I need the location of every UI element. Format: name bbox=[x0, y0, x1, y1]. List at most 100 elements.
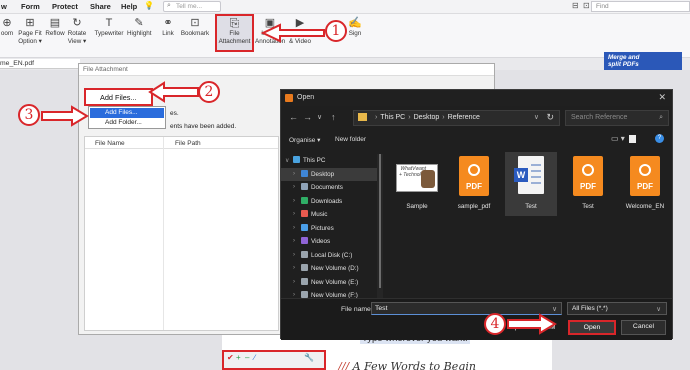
breadcrumb-reference[interactable]: Reference bbox=[448, 114, 480, 121]
tree-item[interactable]: › New Volume (F:) bbox=[281, 289, 377, 298]
tree-item[interactable]: › Local Disk (C:) bbox=[281, 249, 377, 262]
forward-icon[interactable]: → bbox=[303, 112, 312, 122]
menu-bar: w Form Protect Share Help 💡 ⌕ Tell me...… bbox=[0, 0, 690, 14]
breadcrumb-desktop[interactable]: Desktop bbox=[414, 114, 440, 121]
file-name: Test bbox=[525, 203, 537, 210]
bookmark-icon: ⊡ bbox=[190, 17, 200, 29]
file-item[interactable]: PDF sample_pdf bbox=[448, 152, 500, 216]
menu-protect[interactable]: Protect bbox=[52, 2, 78, 11]
tool-rotate-view[interactable]: ↻ Rotate View ▾ bbox=[66, 16, 88, 45]
navigation-tree: ∨ This PC › Desktop › Documents › Downloads › Mus… bbox=[281, 154, 381, 298]
tool-sign[interactable]: ✍ Sign bbox=[348, 16, 362, 38]
breadcrumb-this-pc[interactable]: This PC bbox=[380, 114, 405, 121]
plus-icon[interactable]: + bbox=[236, 353, 241, 362]
chevron-right-icon[interactable]: › bbox=[293, 225, 295, 231]
file-type-select[interactable]: All Files (*.*) ∨ bbox=[567, 302, 667, 315]
disk-icon bbox=[301, 291, 308, 298]
address-bar[interactable]: › This PC › Desktop › Reference ∨ ↻ bbox=[353, 110, 560, 126]
open-button-label: Open bbox=[583, 324, 601, 331]
menu-help[interactable]: Help bbox=[121, 2, 137, 11]
tool-zoom[interactable]: ⊕ oom bbox=[0, 16, 14, 38]
column-header-file-name[interactable]: File Name bbox=[95, 140, 125, 147]
close-icon[interactable]: ✕ bbox=[658, 92, 666, 103]
wrench-icon[interactable]: 🔧 bbox=[304, 353, 314, 362]
view-options-icon[interactable]: ▭ ▾ bbox=[611, 134, 625, 143]
window-layout-icon[interactable]: ⊟ bbox=[572, 1, 579, 10]
tool-file-attachment[interactable]: ⎘ File Attachment bbox=[215, 14, 254, 52]
file-item[interactable]: WhatVwant + Technolo... Sample bbox=[391, 152, 443, 216]
tool-highlight[interactable]: ✎ Highlight bbox=[127, 16, 152, 38]
chevron-down-icon[interactable]: ∨ bbox=[534, 113, 539, 121]
tool-label: Reflow bbox=[45, 30, 65, 37]
tree-item[interactable]: ∨ This PC bbox=[281, 154, 377, 167]
heading-text: A Few Words to Begin bbox=[352, 360, 476, 370]
tree-item[interactable]: › New Volume (D:) bbox=[281, 262, 377, 275]
tree-item[interactable]: › Desktop bbox=[281, 167, 377, 181]
document-tab[interactable]: me_EN.pdf bbox=[0, 60, 34, 67]
chevron-down-icon[interactable]: ∨ bbox=[552, 305, 557, 313]
menu-item-add-files[interactable]: Add Files... bbox=[90, 108, 164, 118]
pen-icon[interactable]: ∕ bbox=[254, 353, 255, 362]
tree-item[interactable]: › Music bbox=[281, 208, 377, 221]
tool-typewriter[interactable]: T Typewriter bbox=[94, 16, 124, 38]
tree-item[interactable]: › Pictures bbox=[281, 222, 377, 235]
help-icon[interactable]: ? bbox=[655, 134, 664, 143]
check-icon[interactable]: ✔ bbox=[227, 353, 234, 362]
heading-marker: /// bbox=[338, 360, 350, 370]
zoom-icon: ⊕ bbox=[2, 17, 12, 29]
chevron-right-icon[interactable]: › bbox=[293, 252, 295, 258]
tool-link[interactable]: ⚭ Link bbox=[160, 16, 176, 38]
back-icon[interactable]: ← bbox=[289, 112, 298, 122]
tool-label: Sign bbox=[348, 30, 362, 37]
menu-share[interactable]: Share bbox=[90, 2, 111, 11]
find-input[interactable]: Find bbox=[591, 1, 690, 12]
tree-item[interactable]: › Documents bbox=[281, 181, 377, 194]
search-input[interactable]: Search Reference ⌕ bbox=[565, 110, 669, 126]
up-icon[interactable]: ↑ bbox=[331, 112, 336, 122]
tell-me-input[interactable]: ⌕ Tell me... bbox=[163, 1, 221, 12]
tree-item[interactable]: › Downloads bbox=[281, 195, 377, 208]
disk-icon bbox=[301, 264, 308, 271]
tool-reflow[interactable]: ▤ Reflow bbox=[45, 16, 65, 38]
tool-bookmark[interactable]: ⊡ Bookmark bbox=[180, 16, 210, 38]
merge-split-ad[interactable]: Merge and split PDFs bbox=[604, 52, 682, 70]
chevron-right-icon[interactable]: › bbox=[293, 279, 295, 285]
chevron-right-icon[interactable]: › bbox=[293, 211, 295, 217]
open-from-ecm-label: Open from ECM bbox=[510, 324, 556, 331]
chevron-down-icon[interactable]: ∨ bbox=[317, 113, 322, 121]
menu-view[interactable]: w bbox=[1, 2, 7, 11]
tool-image-annotation[interactable]: ▣ Image Annotation bbox=[255, 16, 285, 45]
cancel-button[interactable]: Cancel bbox=[621, 320, 666, 335]
menu-form[interactable]: Form bbox=[21, 2, 40, 11]
column-header-file-path[interactable]: File Path bbox=[175, 140, 201, 147]
tool-audio-video[interactable]: ▶ Audio & Video bbox=[288, 16, 312, 45]
chevron-right-icon[interactable]: › bbox=[293, 198, 295, 204]
tool-page-fit[interactable]: ⊞ Page Fit Option ▾ bbox=[16, 16, 44, 45]
chevron-down-icon[interactable]: ∨ bbox=[285, 157, 289, 164]
file-name-input[interactable]: Test ∨ bbox=[371, 302, 562, 315]
word-file-icon: W bbox=[513, 156, 549, 200]
chevron-right-icon[interactable]: › bbox=[293, 238, 295, 244]
tree-item[interactable]: › Videos bbox=[281, 235, 377, 248]
organise-button[interactable]: Organise ▾ bbox=[289, 136, 320, 144]
app-icon bbox=[285, 94, 293, 102]
chevron-right-icon[interactable]: › bbox=[293, 184, 295, 190]
chevron-down-icon: ∨ bbox=[656, 306, 661, 313]
breadcrumb: › This PC › Desktop › Reference bbox=[375, 114, 480, 121]
minus-icon[interactable]: – bbox=[245, 353, 249, 362]
open-from-ecm-button[interactable]: Open from ECM bbox=[506, 321, 558, 335]
chevron-right-icon[interactable]: › bbox=[293, 171, 295, 177]
chevron-right-icon[interactable]: › bbox=[293, 265, 295, 271]
file-item[interactable]: PDF Welcome_EN bbox=[619, 152, 671, 216]
tree-item-label: Downloads bbox=[311, 197, 343, 205]
tree-item[interactable]: › New Volume (E:) bbox=[281, 276, 377, 289]
add-files-button[interactable]: Add Files... bbox=[84, 88, 153, 106]
refresh-icon[interactable]: ↻ bbox=[546, 112, 554, 123]
new-folder-button[interactable]: New folder bbox=[335, 136, 366, 143]
open-button[interactable]: Open bbox=[568, 320, 616, 335]
preview-pane-icon[interactable] bbox=[629, 135, 636, 143]
file-item[interactable]: W Test bbox=[505, 152, 557, 216]
file-item[interactable]: PDF Test bbox=[562, 152, 614, 216]
window-options-icon[interactable]: ⊡ bbox=[583, 1, 590, 10]
menu-item-add-folder[interactable]: Add Folder... bbox=[90, 118, 164, 128]
